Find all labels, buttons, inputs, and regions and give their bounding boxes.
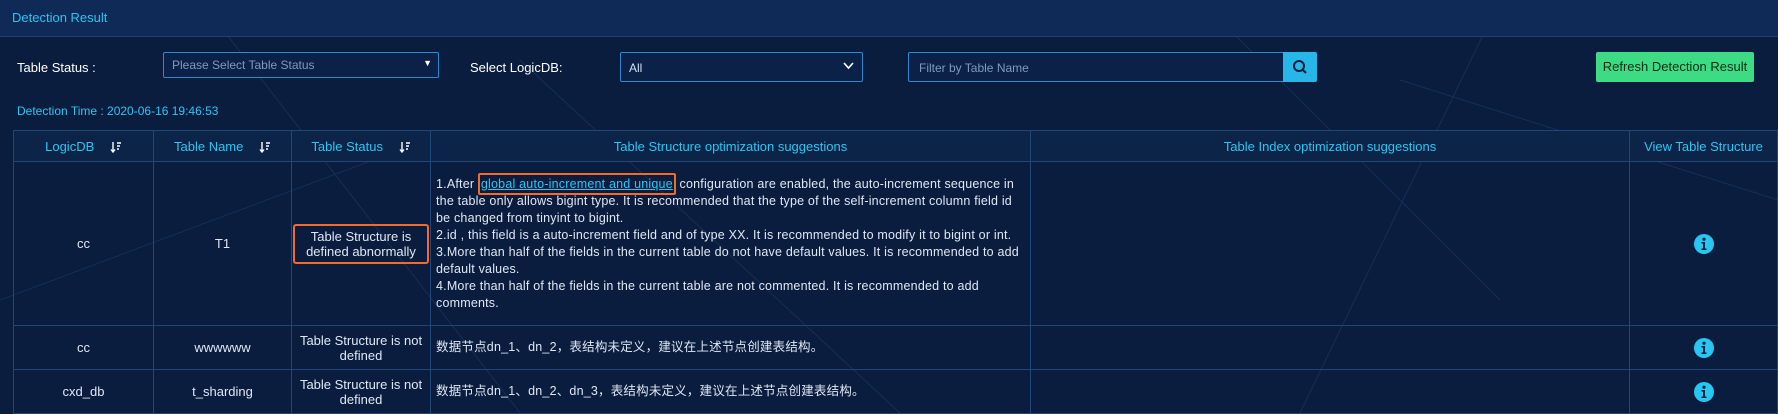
- cell-table-status: Table Structure is not defined: [291, 325, 431, 370]
- table-row: cxd_db t_sharding Table Structure is not…: [13, 369, 1778, 414]
- cell-logicdb: cxd_db: [13, 369, 154, 414]
- column-header-table-status[interactable]: Table Status: [291, 130, 431, 162]
- column-header-index-suggestions: Table Index optimization suggestions: [1030, 130, 1630, 162]
- suggestion-line-1: 1.After global auto-increment and unique…: [436, 172, 1025, 227]
- sort-desc-icon[interactable]: [259, 141, 271, 154]
- cell-structure-suggestion: 1.After global auto-increment and unique…: [430, 161, 1031, 326]
- cell-index-suggestion: [1030, 325, 1630, 370]
- table-row: cc wwwwww Table Structure is not defined…: [13, 325, 1778, 370]
- cell-view-structure: [1629, 161, 1778, 326]
- column-header-structure-suggestions: Table Structure optimization suggestions: [430, 130, 1031, 162]
- sort-desc-icon[interactable]: [110, 141, 122, 154]
- status-highlight-box: Table Structure is defined abnormally: [293, 223, 429, 264]
- column-header-logicdb[interactable]: LogicDB: [13, 130, 154, 162]
- cell-logicdb: cc: [13, 325, 154, 370]
- cell-structure-suggestion: 数据节点dn_1、dn_2、dn_3，表结构未定义，建议在上述节点创建表结构。: [430, 369, 1031, 414]
- column-header-table-name[interactable]: Table Name: [153, 130, 292, 162]
- cell-table-name: t_sharding: [153, 369, 292, 414]
- chevron-down-icon: [843, 62, 854, 70]
- info-icon[interactable]: [1693, 381, 1714, 402]
- page-title: Detection Result: [12, 10, 108, 25]
- search-placeholder: Filter by Table Name: [919, 61, 1029, 75]
- table-status-placeholder: Please Select Table Status: [172, 58, 315, 72]
- logicdb-label: Select LogicDB:: [470, 60, 563, 75]
- suggestion-line-4: 4.More than half of the fields in the cu…: [436, 278, 979, 310]
- cell-structure-suggestion: 数据节点dn_1、dn_2，表结构未定义，建议在上述节点创建表结构。: [430, 325, 1031, 370]
- column-header-view-structure: View Table Structure: [1629, 130, 1778, 162]
- title-bar: Detection Result: [0, 0, 1778, 37]
- detection-time: Detection Time : 2020-06-16 19:46:53: [17, 104, 219, 118]
- suggestion-line-3: 3.More than half of the fields in the cu…: [436, 244, 1019, 276]
- table-status-select[interactable]: Please Select Table Status ▼: [163, 52, 439, 78]
- sort-desc-icon[interactable]: [399, 141, 411, 154]
- cell-index-suggestion: [1030, 161, 1630, 326]
- cell-logicdb: cc: [13, 161, 154, 326]
- suggestion-highlight-box: global auto-increment and unique: [477, 172, 676, 195]
- detection-result-table: LogicDB Table Name Table Status Table St…: [13, 130, 1778, 414]
- logicdb-select[interactable]: All: [620, 52, 863, 82]
- cell-view-structure: [1629, 369, 1778, 414]
- refresh-detection-result-button[interactable]: Refresh Detection Result: [1596, 52, 1754, 82]
- table-header-row: LogicDB Table Name Table Status Table St…: [13, 130, 1778, 162]
- info-icon[interactable]: [1693, 337, 1714, 358]
- cell-table-status: Table Structure is defined abnormally: [291, 161, 431, 326]
- table-name-filter-input[interactable]: Filter by Table Name: [908, 52, 1283, 82]
- table-row: cc T1 Table Structure is defined abnorma…: [13, 161, 1778, 326]
- suggestion-line-2: 2.id , this field is a auto-increment fi…: [436, 227, 1012, 242]
- cell-table-name: T1: [153, 161, 292, 326]
- logicdb-selected-value: All: [629, 61, 643, 75]
- cell-index-suggestion: [1030, 369, 1630, 414]
- cell-view-structure: [1629, 325, 1778, 370]
- global-auto-increment-link[interactable]: global auto-increment and unique: [481, 177, 673, 191]
- search-button[interactable]: [1283, 52, 1317, 82]
- caret-down-icon: ▼: [423, 58, 432, 68]
- cell-table-name: wwwwww: [153, 325, 292, 370]
- cell-table-status: Table Structure is not defined: [291, 369, 431, 414]
- search-icon: [1293, 60, 1307, 74]
- info-icon[interactable]: [1693, 233, 1714, 254]
- table-status-label: Table Status :: [17, 60, 96, 75]
